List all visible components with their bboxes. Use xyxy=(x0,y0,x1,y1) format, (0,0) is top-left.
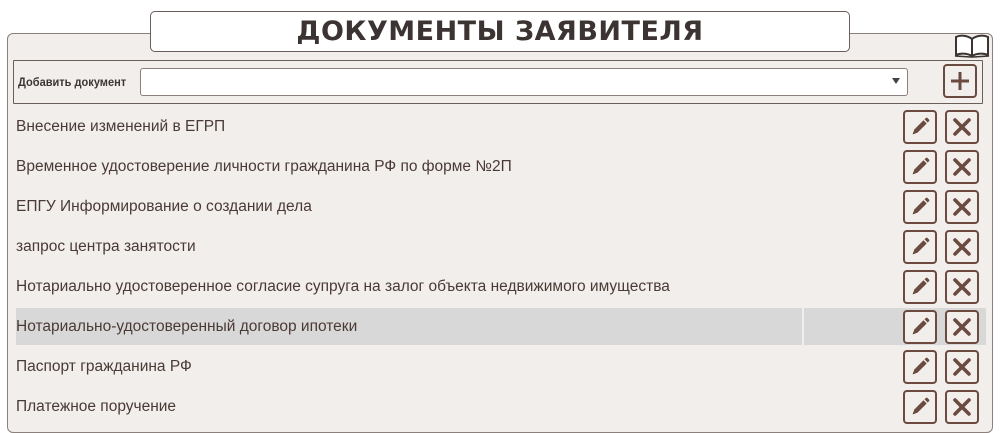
plus-icon xyxy=(951,72,969,90)
book-icon[interactable] xyxy=(954,34,990,58)
edit-button[interactable] xyxy=(903,190,937,224)
document-label: Платежное поручение xyxy=(16,398,177,415)
close-icon xyxy=(953,238,971,256)
pencil-icon xyxy=(912,277,930,295)
edit-button[interactable] xyxy=(903,110,937,144)
pencil-icon xyxy=(912,157,930,175)
pencil-icon xyxy=(912,357,930,375)
close-icon xyxy=(953,358,971,376)
document-label: Нотариально удостоверенное согласие супр… xyxy=(16,278,670,295)
delete-button[interactable] xyxy=(945,150,979,184)
delete-button[interactable] xyxy=(945,270,979,304)
add-document-label: Добавить документ xyxy=(18,75,127,89)
document-label: запрос центра занятости xyxy=(16,238,196,255)
close-icon xyxy=(953,158,971,176)
pencil-icon xyxy=(912,197,930,215)
document-label: Внесение изменений в ЕГРП xyxy=(16,118,226,135)
document-row[interactable]: запрос центра занятости xyxy=(16,227,986,267)
delete-button[interactable] xyxy=(945,230,979,264)
delete-button[interactable] xyxy=(945,310,979,344)
document-row[interactable]: Временное удостоверение личности граждан… xyxy=(16,147,986,187)
edit-button[interactable] xyxy=(903,310,937,344)
title-box: ДОКУМЕНТЫ ЗАЯВИТЕЛЯ xyxy=(150,11,850,52)
add-document-button[interactable] xyxy=(943,64,977,98)
close-icon xyxy=(953,198,971,216)
document-row[interactable]: Паспорт гражданина РФ xyxy=(16,347,986,387)
document-row[interactable]: Нотариально-удостоверенный договор ипоте… xyxy=(16,307,986,347)
edit-button[interactable] xyxy=(903,230,937,264)
pencil-icon xyxy=(912,237,930,255)
add-document-row: Добавить документ xyxy=(13,60,983,104)
delete-button[interactable] xyxy=(945,190,979,224)
delete-button[interactable] xyxy=(945,390,979,424)
pencil-icon xyxy=(912,317,930,335)
documents-list: Внесение изменений в ЕГРП Временное удос… xyxy=(16,107,986,427)
close-icon xyxy=(953,318,971,336)
edit-button[interactable] xyxy=(903,350,937,384)
document-row[interactable]: Нотариально удостоверенное согласие супр… xyxy=(16,267,986,307)
edit-button[interactable] xyxy=(903,150,937,184)
document-label: Нотариально-удостоверенный договор ипоте… xyxy=(16,318,358,335)
delete-button[interactable] xyxy=(945,350,979,384)
document-row[interactable]: ЕПГУ Информирование о создании дела xyxy=(16,187,986,227)
document-row[interactable]: Внесение изменений в ЕГРП xyxy=(16,107,986,147)
document-type-select[interactable] xyxy=(140,68,908,96)
document-label: Паспорт гражданина РФ xyxy=(16,358,192,375)
chevron-down-icon xyxy=(892,78,900,84)
document-label: Временное удостоверение личности граждан… xyxy=(16,158,512,175)
edit-button[interactable] xyxy=(903,390,937,424)
close-icon xyxy=(953,118,971,136)
close-icon xyxy=(953,278,971,296)
delete-button[interactable] xyxy=(945,110,979,144)
close-icon xyxy=(953,398,971,416)
pencil-icon xyxy=(912,117,930,135)
document-label: ЕПГУ Информирование о создании дела xyxy=(16,198,312,215)
page-title: ДОКУМЕНТЫ ЗАЯВИТЕЛЯ xyxy=(296,16,704,47)
edit-button[interactable] xyxy=(903,270,937,304)
document-row[interactable]: Платежное поручение xyxy=(16,387,986,427)
pencil-icon xyxy=(912,397,930,415)
